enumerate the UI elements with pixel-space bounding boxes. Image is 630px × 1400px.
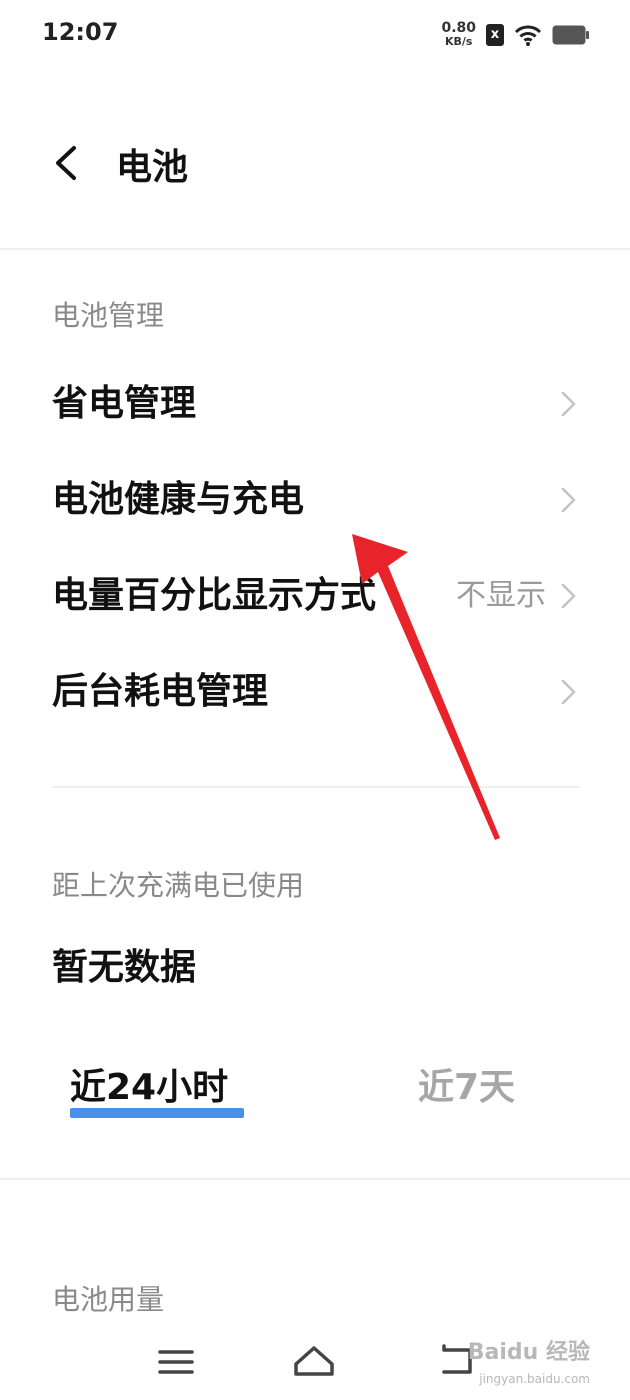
- status-bar: 12:07 0.80 KB/s x: [0, 0, 630, 70]
- menu-item-label: 电池健康与充电: [52, 479, 305, 520]
- status-time: 12:07: [42, 18, 119, 46]
- back-arrow-icon[interactable]: [44, 140, 90, 186]
- battery-icon: [552, 25, 589, 45]
- baidu-watermark: Baidu 经验: [467, 1340, 590, 1365]
- chevron-right-icon: [561, 391, 576, 417]
- chevron-right-icon: [561, 583, 576, 609]
- network-speed-value: 0.80: [441, 20, 476, 36]
- chevron-right-icon: [561, 487, 576, 513]
- no-sim-icon: x: [486, 24, 504, 46]
- menu-item-label: 电量百分比显示方式: [52, 575, 377, 616]
- baidu-watermark-url: jingyan.baidu.com: [479, 1372, 590, 1386]
- header: 电池: [0, 110, 630, 220]
- page-title: 电池: [116, 147, 189, 188]
- header-divider: [0, 248, 630, 250]
- network-speed-unit: KB/s: [444, 35, 473, 48]
- usage-value: 暂无数据: [52, 947, 197, 988]
- active-tab-indicator: [70, 1108, 244, 1118]
- section-divider: [0, 1178, 630, 1180]
- menu-item-power-saving[interactable]: 省电管理: [0, 356, 630, 452]
- tab-last-7-days[interactable]: 近7天: [418, 1058, 515, 1124]
- chevron-right-icon: [561, 679, 576, 705]
- wifi-icon: [514, 25, 542, 46]
- section-label-battery-management: 电池管理: [52, 299, 165, 332]
- menu-item-label: 后台耗电管理: [52, 671, 269, 712]
- section-divider: [52, 786, 580, 788]
- menu-item-background-power[interactable]: 后台耗电管理: [0, 644, 630, 740]
- menu-item-value: 不显示: [456, 578, 546, 613]
- menu-item-label: 省电管理: [52, 383, 197, 424]
- status-icons: 0.80 KB/s x: [441, 18, 590, 52]
- menu-item-battery-health[interactable]: 电池健康与充电: [0, 452, 630, 548]
- network-speed: 0.80 KB/s: [441, 21, 476, 49]
- section-label-battery-usage: 电池用量: [52, 1283, 165, 1316]
- home-icon[interactable]: [292, 1342, 336, 1382]
- menu-item-percentage-display[interactable]: 电量百分比显示方式 不显示: [0, 548, 630, 644]
- section-label-usage-since-charge: 距上次充满电已使用: [52, 869, 305, 902]
- menu-icon[interactable]: [154, 1342, 198, 1382]
